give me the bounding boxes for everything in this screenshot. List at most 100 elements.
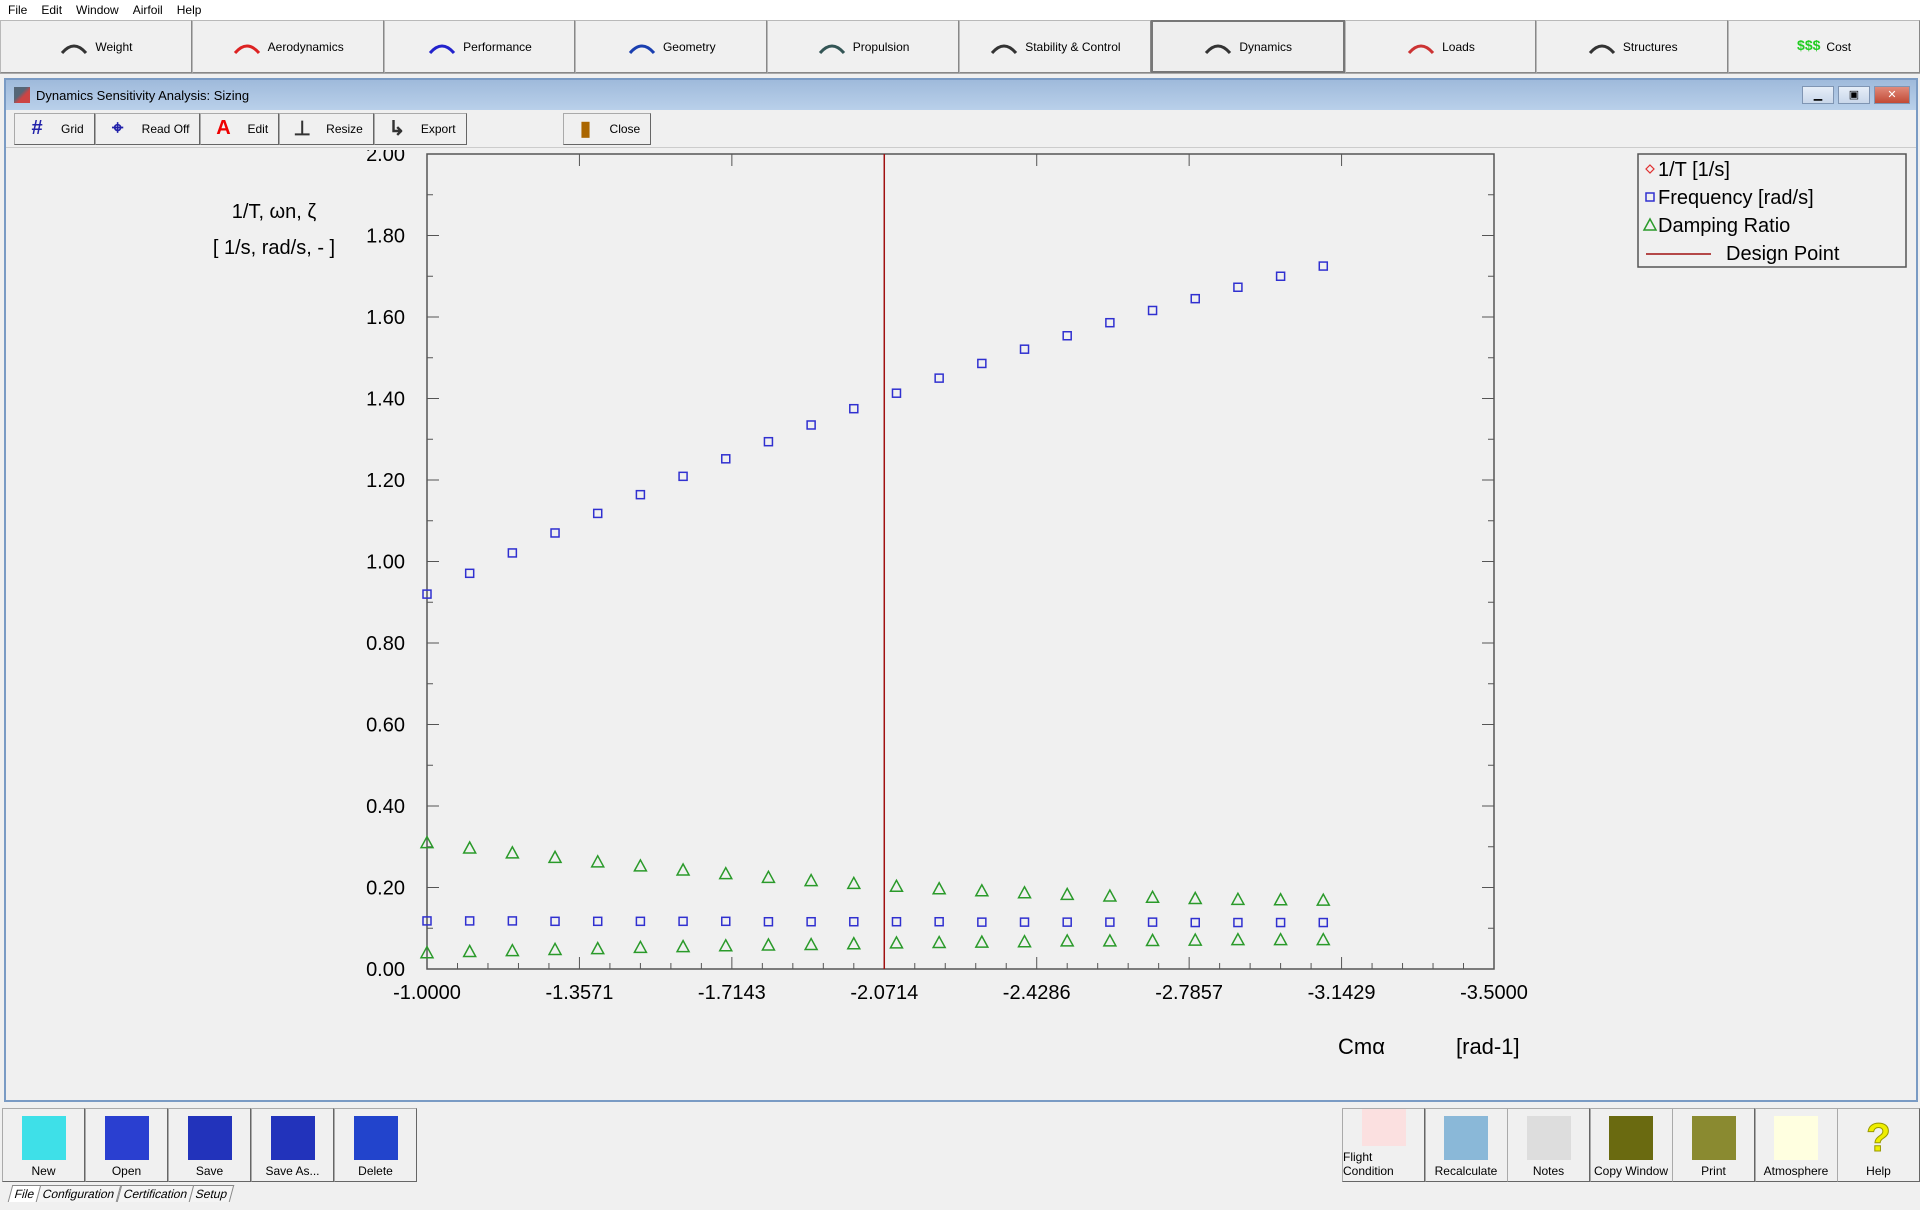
button-label: Help [1866, 1164, 1891, 1178]
sheet-tab-setup[interactable]: Setup [188, 1185, 235, 1202]
flight-profile-icon [1361, 1109, 1406, 1146]
button-label: Save [195, 1164, 224, 1178]
grid-button[interactable]: # Grid [14, 112, 95, 145]
export-button[interactable]: ↳ Export [373, 112, 467, 145]
frequency-rad-s-point [1275, 271, 1286, 281]
module-tab-propulsion[interactable]: Propulsion [767, 20, 959, 73]
module-tab-label: Weight [95, 39, 133, 54]
damping-ratio-point [675, 939, 691, 953]
y-axis-units: [ 1/s, rad/s, - ] [213, 237, 335, 259]
dynamics-icon [1203, 37, 1233, 57]
module-tab-cost[interactable]: $$$ Cost [1728, 20, 1920, 73]
close-window-button[interactable]: ✕ [1874, 86, 1910, 104]
damping-ratio-point [974, 883, 990, 897]
copy-window-button[interactable]: Copy Window [1589, 1108, 1673, 1182]
frequency-rad-s-point [891, 916, 902, 927]
help-button[interactable]: ? Help [1837, 1108, 1920, 1182]
read-off-button[interactable]: ⌖ Read Off [94, 112, 201, 145]
stability-icon [989, 37, 1019, 57]
damping-ratio-point [974, 934, 990, 948]
new-button[interactable]: New [2, 1108, 85, 1182]
range-icon [427, 37, 457, 57]
module-tab-label: Dynamics [1239, 39, 1293, 54]
frequency-rad-s-point [934, 916, 944, 927]
y-tick-label: 1.80 [366, 226, 405, 248]
x-tick-label: -1.7143 [698, 982, 766, 1004]
frequency-rad-s-point [977, 917, 987, 927]
close-button[interactable]: ▮ Close [562, 112, 652, 145]
menu-file[interactable]: File [8, 3, 27, 17]
damping-ratio-point [1273, 892, 1288, 906]
minimize-button[interactable]: ▁ [1802, 86, 1834, 104]
module-tab-structures[interactable]: Structures [1536, 20, 1729, 73]
module-tab-aerodynamics[interactable]: Aerodynamics [191, 20, 384, 73]
module-tab-stability-control[interactable]: Stability & Control [958, 20, 1151, 73]
frequency-rad-s-point [1190, 917, 1200, 928]
export-icon: ↳ [388, 118, 406, 140]
resize-button[interactable]: ⊥ Resize [279, 112, 374, 145]
menu-help[interactable]: Help [177, 3, 202, 17]
frequency-rad-s-point [550, 916, 560, 927]
y-tick-label: 1.60 [366, 307, 405, 329]
menu-airfoil[interactable]: Airfoil [133, 3, 163, 17]
restore-button[interactable]: ▣ [1838, 86, 1870, 104]
damping-ratio-point [1017, 934, 1032, 948]
frequency-rad-s-point [550, 528, 560, 538]
damping-ratio-point [889, 878, 904, 893]
text-edit-icon: A [216, 117, 231, 139]
frequency-rad-s-point [721, 916, 731, 927]
balance-scale-icon [59, 37, 89, 57]
button-label: Delete [358, 1164, 393, 1178]
toolbar-label: Grid [61, 121, 84, 136]
save-as-button[interactable]: Save As... [251, 1108, 334, 1182]
atmosphere-button[interactable]: Atmosphere [1754, 1108, 1838, 1182]
save-button[interactable]: Save [168, 1108, 251, 1182]
new-file-icon [21, 1116, 66, 1160]
flight-condition-button[interactable]: Flight Condition [1342, 1108, 1425, 1182]
damping-ratio-point [1059, 886, 1075, 901]
frequency-rad-s-point [849, 403, 859, 414]
module-tab-dynamics[interactable]: Dynamics [1150, 20, 1345, 73]
recalculate-button[interactable]: Recalculate [1424, 1108, 1508, 1182]
frequency-rad-s-point [1233, 282, 1243, 293]
module-tab-performance[interactable]: Performance [383, 20, 576, 73]
sheet-tab-configuration[interactable]: Configuration [36, 1185, 123, 1202]
module-tabs: Weight Aerodynamics Performance Geometry Pro… [0, 20, 1920, 74]
edit-button[interactable]: A Edit [200, 112, 280, 145]
module-tab-geometry[interactable]: Geometry [575, 20, 768, 73]
floppy-save-icon [187, 1116, 232, 1160]
menu-window[interactable]: Window [76, 3, 119, 17]
button-label: Copy Window [1593, 1164, 1669, 1178]
x-axis-title: Cmα [1338, 1034, 1385, 1059]
module-tab-label: Loads [1442, 39, 1475, 54]
floppy-save-as-icon [270, 1116, 315, 1160]
module-tab-loads[interactable]: Loads [1344, 20, 1537, 73]
notes-button[interactable]: Notes [1507, 1108, 1590, 1182]
delete-button[interactable]: Delete [334, 1108, 417, 1182]
dollar-icon: $$$ [1797, 36, 1821, 53]
airflow-icon [232, 37, 262, 57]
open-button[interactable]: Open [85, 1108, 168, 1182]
menu-edit[interactable]: Edit [41, 3, 62, 17]
module-tab-weight[interactable]: Weight [0, 20, 192, 73]
frequency-rad-s-point [592, 916, 603, 927]
frequency-rad-s-point [934, 373, 944, 383]
frequency-rad-s-point [891, 388, 902, 398]
module-tab-label: Aerodynamics [267, 39, 344, 54]
damping-ratio-point [505, 943, 520, 957]
frequency-rad-s-point [1318, 917, 1329, 928]
door-icon: ▮ [580, 118, 592, 140]
damping-ratio-point [931, 934, 947, 949]
frequency-rad-s-point [763, 916, 774, 927]
sheet-tab-certification[interactable]: Certification [116, 1185, 195, 1202]
sheet-tabs: File Configuration Certification Setup [7, 1185, 235, 1202]
x-tick-label: -2.4286 [1003, 982, 1071, 1004]
print-button[interactable]: Print [1672, 1108, 1755, 1182]
y-tick-label: 2.00 [366, 150, 405, 166]
frequency-rad-s-point [464, 916, 475, 926]
legend-label: Frequency [rad/s] [1658, 187, 1814, 209]
loads-icon [1406, 37, 1436, 57]
frequency-rad-s-point [507, 548, 518, 558]
wing-geometry-icon [627, 37, 657, 57]
damping-ratio-point [931, 881, 947, 895]
